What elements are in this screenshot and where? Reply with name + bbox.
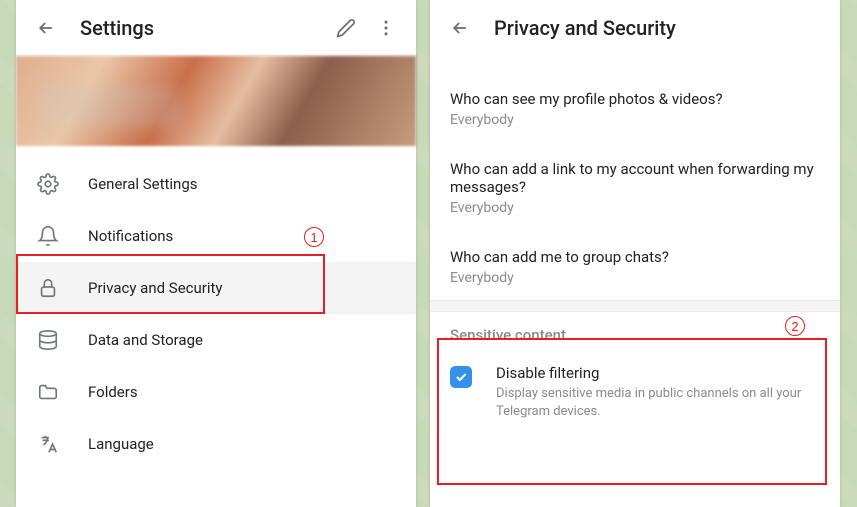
settings-item-general[interactable]: General Settings — [16, 158, 416, 210]
privacy-item-title: Who can add a link to my account when fo… — [450, 160, 820, 196]
back-button[interactable] — [440, 8, 480, 48]
check-icon — [454, 370, 468, 384]
settings-item-label: Folders — [88, 383, 138, 401]
filter-text-block: Disable filtering Display sensitive medi… — [496, 364, 820, 420]
privacy-item-value: Everybody — [450, 112, 820, 128]
database-icon — [36, 328, 60, 352]
settings-item-label: Language — [88, 435, 154, 453]
settings-title: Settings — [80, 16, 326, 40]
gear-icon — [36, 172, 60, 196]
privacy-item-title: Who can see my profile photos & videos? — [450, 90, 820, 108]
privacy-item-value: Everybody — [450, 270, 820, 286]
settings-item-notifications[interactable]: Notifications — [16, 210, 416, 262]
profile-name-blurred — [40, 86, 180, 128]
privacy-item-groups[interactable]: Who can add me to group chats? Everybody — [430, 234, 840, 300]
sensitive-header: Sensitive content — [430, 312, 840, 354]
settings-item-language[interactable]: Language — [16, 418, 416, 470]
edit-button[interactable] — [326, 8, 366, 48]
folder-icon — [36, 380, 60, 404]
filter-title: Disable filtering — [496, 364, 820, 382]
settings-item-label: Data and Storage — [88, 331, 203, 349]
privacy-item-photos[interactable]: Who can see my profile photos & videos? … — [430, 76, 840, 142]
settings-item-folders[interactable]: Folders — [16, 366, 416, 418]
dots-vertical-icon — [376, 18, 396, 38]
arrow-left-icon — [36, 18, 56, 38]
profile-banner[interactable] — [16, 56, 416, 146]
section-divider — [430, 300, 840, 312]
spacer — [430, 56, 840, 76]
settings-item-data[interactable]: Data and Storage — [16, 314, 416, 366]
settings-list: General Settings Notifications Privacy a… — [16, 146, 416, 482]
privacy-panel: Privacy and Security Who can see my prof… — [430, 0, 840, 507]
settings-header: Settings — [16, 0, 416, 56]
disable-filtering-checkbox[interactable] — [450, 366, 472, 388]
privacy-header: Privacy and Security — [430, 0, 840, 56]
settings-item-label: Privacy and Security — [88, 279, 223, 297]
privacy-item-title: Who can add me to group chats? — [450, 248, 820, 266]
filter-desc: Display sensitive media in public channe… — [496, 385, 820, 420]
bell-icon — [36, 224, 60, 248]
privacy-item-forward[interactable]: Who can add a link to my account when fo… — [430, 142, 840, 234]
back-button[interactable] — [26, 8, 66, 48]
lock-icon — [36, 276, 60, 300]
settings-panel: Settings General Settings Notifications … — [16, 0, 416, 507]
settings-item-privacy[interactable]: Privacy and Security — [16, 262, 416, 314]
privacy-item-value: Everybody — [450, 200, 820, 216]
pencil-icon — [336, 18, 356, 38]
more-button[interactable] — [366, 8, 406, 48]
arrow-left-icon — [450, 18, 470, 38]
language-icon — [36, 432, 60, 456]
disable-filtering-row[interactable]: Disable filtering Display sensitive medi… — [430, 354, 840, 436]
settings-item-label: General Settings — [88, 175, 198, 193]
privacy-title: Privacy and Security — [494, 16, 830, 40]
settings-item-label: Notifications — [88, 227, 173, 245]
